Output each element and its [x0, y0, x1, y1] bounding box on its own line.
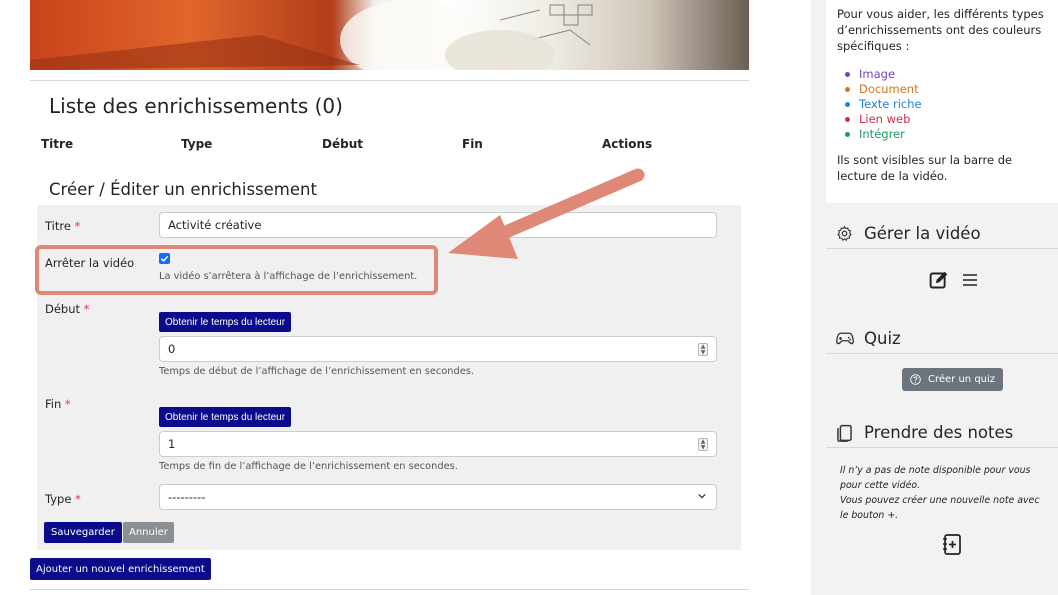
type-select[interactable]: ---------	[159, 484, 717, 510]
cancel-button[interactable]: Annuler	[123, 522, 174, 543]
annotation-highlight-box	[35, 245, 438, 295]
get-player-time-start-button[interactable]: Obtenir le temps du lecteur	[159, 312, 292, 332]
column-header-end: Fin	[462, 137, 483, 151]
legend-item-web-link: Lien web	[845, 112, 922, 127]
legend-item-rich-text: Texte riche	[845, 97, 922, 112]
journal-icon	[837, 424, 852, 442]
number-spinner-icon[interactable]: ▲ ▼	[698, 343, 708, 356]
save-button[interactable]: Sauvegarder	[44, 522, 122, 543]
divider	[30, 589, 749, 590]
quiz-title: Quiz	[864, 329, 901, 348]
legend-intro: Pour vous aider, les différents types d’…	[837, 7, 1044, 53]
take-notes-title: Prendre des notes	[864, 423, 1014, 442]
required-mark: *	[83, 302, 90, 316]
type-label-text: Type	[45, 492, 72, 506]
title-label: Titre *	[45, 219, 80, 233]
video-thumbnail-image	[30, 0, 749, 70]
enrichment-color-legend: Image Document Texte riche Lien web Inté…	[845, 67, 922, 142]
enrichment-list-title: Liste des enrichissements (0)	[49, 94, 343, 118]
list-icon[interactable]	[962, 272, 978, 288]
gamepad-icon	[836, 332, 854, 345]
question-circle-icon	[910, 374, 921, 385]
legend-item-document: Document	[845, 82, 922, 97]
required-mark: *	[64, 397, 71, 411]
divider	[826, 353, 1058, 354]
title-label-text: Titre	[45, 219, 71, 233]
divider	[826, 447, 1058, 448]
legend-item-image: Image	[845, 67, 922, 82]
add-enrichment-button[interactable]: Ajouter un nouvel enrichissement	[30, 558, 211, 580]
add-note-icon[interactable]	[941, 533, 963, 556]
get-player-time-end-button[interactable]: Obtenir le temps du lecteur	[159, 407, 292, 427]
type-select-value: ---------	[168, 490, 206, 504]
end-time-value: 1	[168, 437, 176, 451]
divider	[30, 80, 749, 81]
end-label: Fin *	[45, 397, 71, 411]
column-header-title: Titre	[41, 137, 74, 151]
gear-icon	[837, 225, 852, 241]
title-input-value: Activité créative	[168, 218, 262, 232]
create-quiz-button[interactable]: Créer un quiz	[902, 368, 1004, 391]
column-header-start: Début	[322, 137, 363, 151]
form-title: Créer / Éditer un enrichissement	[49, 180, 317, 199]
manage-video-title: Gérer la vidéo	[864, 224, 981, 243]
divider	[826, 248, 1058, 249]
sketch-drawing-icon	[30, 0, 593, 70]
no-notes-message: Il n’y a pas de note disponible pour vou…	[840, 465, 1031, 491]
annotation-arrow-icon	[448, 168, 645, 259]
start-time-help: Temps de début de l’affichage de l’enric…	[159, 366, 474, 377]
required-mark: *	[74, 219, 81, 233]
edit-icon[interactable]	[928, 270, 949, 291]
start-time-value: 0	[168, 342, 176, 356]
end-time-help: Temps de fin de l’affichage de l’enrichi…	[159, 461, 458, 472]
end-time-input[interactable]: 1 ▲ ▼	[159, 431, 717, 457]
start-time-input[interactable]: 0 ▲ ▼	[159, 336, 717, 362]
legend-item-embed: Intégrer	[845, 127, 922, 142]
chevron-down-icon	[698, 493, 706, 499]
legend-visible-note: Ils sont visibles sur la barre de lectur…	[837, 153, 1013, 183]
create-note-hint: Vous pouvez créer une nouvelle note avec…	[840, 495, 1040, 521]
start-label-text: Début	[45, 302, 81, 316]
column-header-actions: Actions	[602, 137, 653, 151]
create-quiz-label: Créer un quiz	[928, 374, 996, 385]
required-mark: *	[75, 492, 81, 506]
column-header-type: Type	[181, 137, 213, 151]
start-label: Début *	[45, 302, 89, 316]
type-label: Type *	[45, 492, 81, 506]
number-spinner-icon[interactable]: ▲ ▼	[698, 438, 708, 451]
end-label-text: Fin	[45, 397, 62, 411]
